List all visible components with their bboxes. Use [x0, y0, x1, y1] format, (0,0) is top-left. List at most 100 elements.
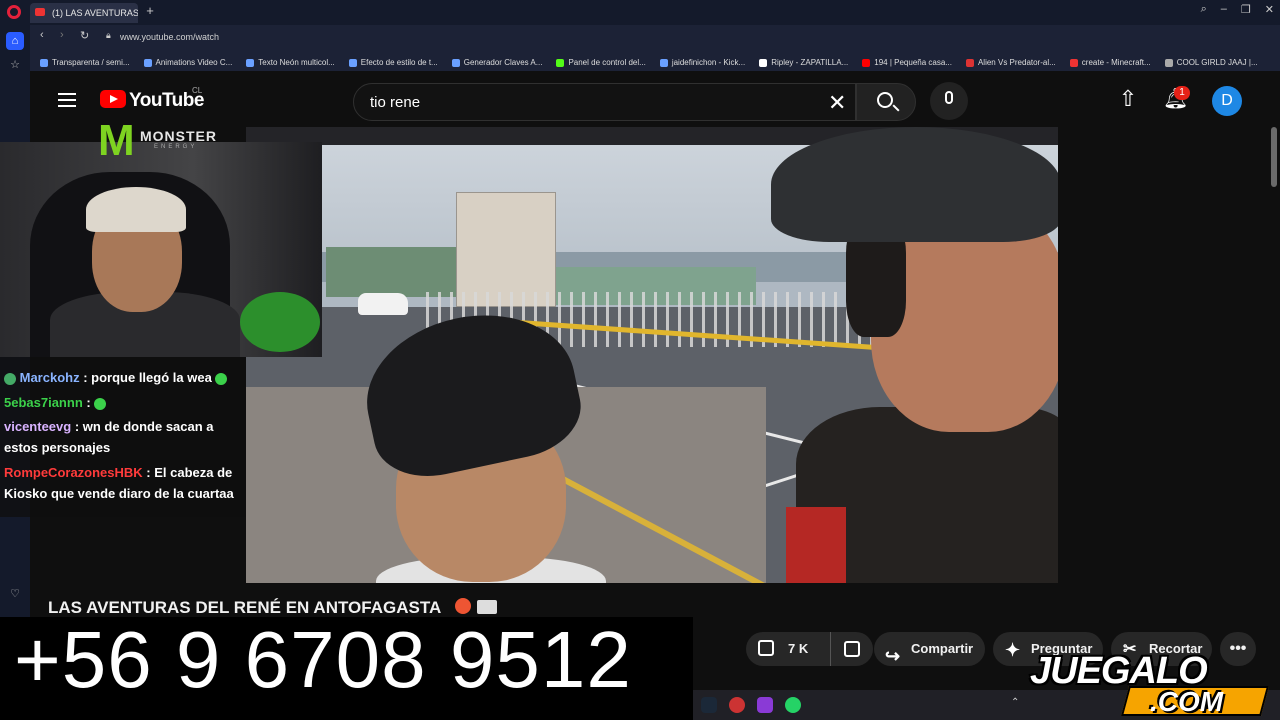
truck-emoji-icon — [477, 600, 497, 614]
video-person-right — [771, 127, 1058, 583]
sick-face-emoji-icon — [215, 372, 228, 385]
search-icon — [877, 92, 893, 108]
whatsapp-icon[interactable] — [785, 697, 801, 713]
user-badge-icon — [4, 372, 16, 385]
chat-username: 5ebas7iannn — [4, 395, 83, 410]
chat-username: vicenteevg — [4, 419, 72, 434]
bookmark-icon — [862, 58, 871, 67]
lock-icon: 🔒︎ — [106, 30, 111, 40]
sparkle-icon: ✦ — [1005, 640, 1021, 660]
page-scrollbar[interactable] — [1271, 127, 1277, 187]
bookmark-item[interactable]: Transparenta / semi... — [40, 54, 130, 71]
bookmark-item[interactable]: Alien Vs Predator-al... — [965, 54, 1056, 71]
bookmark-item[interactable]: COOL GIRLD JAAJ |... — [1164, 54, 1258, 71]
bookmark-icon — [759, 58, 768, 67]
phone-number-banner: +56 9 6708 9512 — [0, 615, 693, 720]
video-building — [326, 247, 456, 297]
streamer-webcam — [0, 142, 322, 357]
sponsor-subtitle: ENERGY — [154, 144, 198, 150]
video-person-left — [336, 296, 616, 583]
bookmark-item[interactable]: Animations Video C... — [143, 54, 232, 71]
chat-message: RompeCorazonesHBK : El cabeza de Kiosko … — [4, 465, 234, 501]
video-cap — [771, 127, 1058, 242]
stream-chat: Marckohz : porque llegó la wea 5ebas7ian… — [0, 357, 246, 517]
youtube-logo-icon[interactable] — [100, 90, 126, 108]
new-tab-button[interactable]: + — [143, 4, 157, 18]
bookmark-item[interactable]: 194 | Pequeña casa... — [862, 54, 952, 71]
youtube-header: YouTube CL tio rene ✕ ⇧ 🔔︎ 1 D — [30, 71, 1280, 127]
maximize-button[interactable]: ❐ — [1241, 3, 1251, 16]
webcam-plant — [240, 292, 320, 352]
window-controls: ⌕ – ❐ ✕ — [1201, 3, 1274, 16]
bookmark-item[interactable]: Texto Neón multicol... — [246, 54, 335, 71]
thumbs-down-icon — [844, 641, 860, 657]
bookmark-icon — [40, 58, 48, 67]
chat-message: Marckohz : porque llegó la wea — [4, 367, 244, 388]
more-actions-button[interactable]: ••• — [1220, 632, 1256, 666]
share-arrow-icon: ↪ — [885, 646, 901, 666]
chat-text: porque llegó la wea — [91, 370, 212, 385]
chat-username: RompeCorazonesHBK — [4, 465, 143, 480]
like-button[interactable]: 7 K — [746, 632, 828, 666]
minimize-button[interactable]: – — [1221, 3, 1227, 16]
bookmark-icon — [246, 58, 255, 67]
bookmark-item[interactable]: create - Minecraft... — [1069, 54, 1151, 71]
bookmark-item[interactable]: Generador Claves A... — [451, 54, 542, 71]
forward-button[interactable]: › — [60, 29, 64, 41]
bookmark-item[interactable]: Ripley - ZAPATILLA... — [759, 54, 848, 71]
monster-energy-logo-icon: M — [98, 116, 135, 165]
dislike-button[interactable] — [830, 632, 873, 666]
reload-button[interactable]: ↻ — [80, 29, 89, 42]
url-field[interactable]: www.youtube.com/watch — [120, 29, 1020, 45]
clear-search-icon[interactable]: ✕ — [828, 90, 846, 116]
bookmark-icon — [965, 58, 974, 67]
back-button[interactable]: ‹ — [40, 29, 44, 41]
address-bar: ‹ › ↻ 🔒︎ www.youtube.com/watch — [30, 25, 1280, 49]
youtube-favicon-icon — [35, 8, 45, 16]
app-icon[interactable] — [757, 697, 773, 713]
close-window-button[interactable]: ✕ — [1265, 3, 1274, 16]
heart-icon[interactable]: ♡ — [6, 585, 24, 603]
bookmark-icon — [143, 58, 152, 67]
like-count: 7 K — [788, 641, 809, 656]
bookmark-icon — [556, 58, 565, 67]
video-car — [358, 293, 408, 315]
steam-icon[interactable] — [701, 697, 717, 713]
green-emote-icon — [94, 397, 107, 410]
tray-chevron-icon[interactable]: ⌃ — [1011, 697, 1021, 713]
video-player[interactable] — [246, 127, 1058, 583]
voice-search-button[interactable] — [930, 82, 968, 120]
avatar[interactable]: D — [1212, 86, 1242, 116]
video-tower — [456, 192, 556, 307]
upload-icon[interactable]: ⇧ — [1118, 88, 1138, 110]
browser-tab[interactable]: (1) LAS AVENTURAS DEL — [30, 3, 138, 23]
bookmark-item[interactable]: jaidefinichon - Kick... — [659, 54, 745, 71]
webcam-streamer-cap — [86, 187, 186, 232]
phone-number: +56 9 6708 9512 — [14, 615, 632, 704]
bookmark-item[interactable]: Efecto de estilo de t... — [348, 54, 438, 71]
search-query: tio rene — [370, 94, 421, 111]
search-input[interactable]: tio rene ✕ — [353, 83, 856, 121]
search-button[interactable] — [856, 83, 916, 121]
share-label: Compartir — [911, 641, 974, 656]
bookmark-item[interactable]: Panel de control del... — [556, 54, 646, 71]
sponsor-name: MONSTER — [140, 128, 217, 144]
search-tabs-icon[interactable]: ⌕ — [1201, 3, 1207, 16]
like-dislike-group: 7 K — [746, 632, 873, 666]
hamburger-menu-icon[interactable] — [58, 93, 76, 107]
watermark-domain: .COM — [1150, 686, 1224, 717]
tab-title: (1) LAS AVENTURAS DEL — [52, 8, 138, 18]
chat-message: 5ebas7iannn : — [4, 392, 244, 413]
star-icon[interactable]: ☆ — [6, 56, 24, 74]
share-button[interactable]: ↪ Compartir — [874, 632, 985, 666]
opera-logo-icon[interactable] — [7, 5, 21, 19]
microphone-icon — [945, 91, 953, 104]
bookmark-icon — [1164, 58, 1173, 67]
chat-username: Marckohz — [19, 370, 80, 385]
home-icon[interactable]: ⌂ — [6, 32, 24, 50]
browser-tab-bar: (1) LAS AVENTURAS DEL + ⌕ – ❐ ✕ — [0, 0, 1280, 25]
country-code: CL — [192, 86, 203, 95]
app-icon[interactable] — [729, 697, 745, 713]
notification-badge: 1 — [1174, 86, 1190, 100]
chat-message: vicenteevg : wn de donde sacan a estos p… — [4, 419, 214, 455]
